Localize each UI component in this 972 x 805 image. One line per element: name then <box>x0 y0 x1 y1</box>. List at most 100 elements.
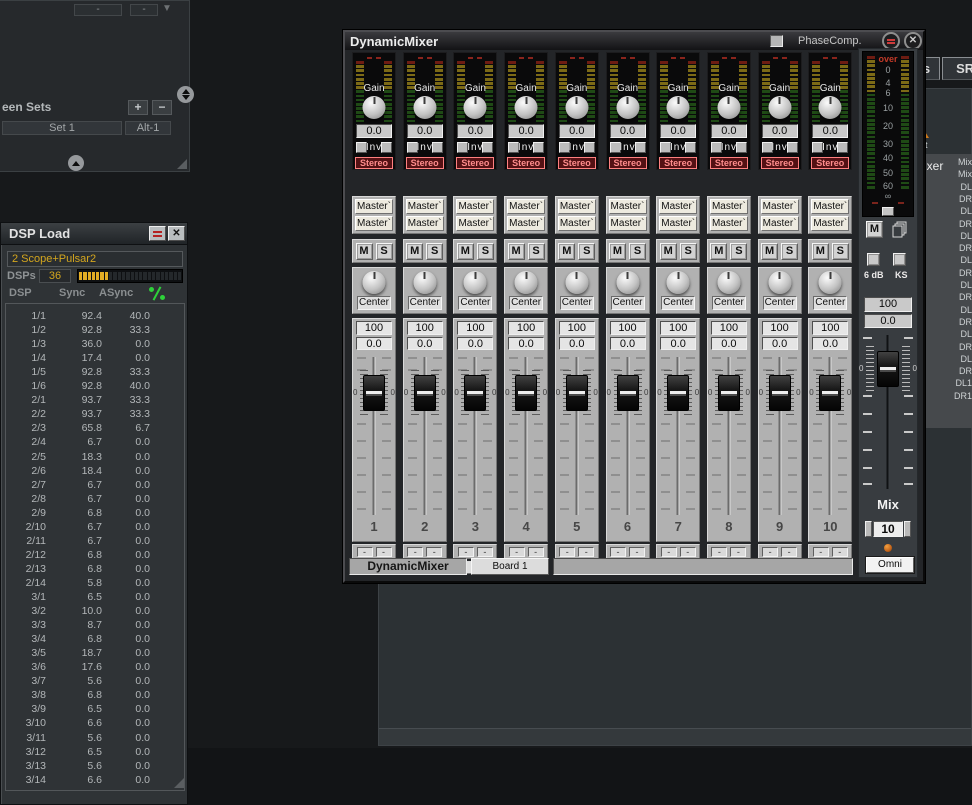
gain-value[interactable]: 0.0 <box>457 124 493 138</box>
fader-handle[interactable] <box>877 351 899 387</box>
output-select-2[interactable]: Master` <box>355 216 393 231</box>
volume-percent[interactable]: 100 <box>407 321 443 335</box>
solo-button[interactable]: S <box>578 243 595 260</box>
ks-button[interactable] <box>893 253 906 266</box>
output-select-2[interactable]: Master` <box>456 216 494 231</box>
gain-value[interactable]: 0.0 <box>762 124 798 138</box>
pan-knob[interactable] <box>363 271 386 294</box>
gain-knob[interactable] <box>667 96 690 119</box>
fader-handle[interactable] <box>667 375 689 411</box>
stereo-button[interactable]: Stereo <box>710 157 748 169</box>
volume-db[interactable]: 0.0 <box>457 337 493 350</box>
gain-knob[interactable] <box>565 96 588 119</box>
gain-value[interactable]: 0.0 <box>356 124 392 138</box>
routing-entry[interactable]: DL <box>932 254 972 266</box>
send-cell-2[interactable]: - <box>730 547 746 557</box>
send-cell-1[interactable]: - <box>407 547 423 557</box>
pan-knob[interactable] <box>717 271 740 294</box>
gain-knob[interactable] <box>515 96 538 119</box>
fader-handle[interactable] <box>718 375 740 411</box>
solo-button[interactable]: S <box>680 243 697 260</box>
mute-button[interactable]: M <box>558 243 575 260</box>
dsp-close-button[interactable]: ✕ <box>168 226 185 241</box>
set-1-button[interactable]: Set 1 <box>2 121 122 135</box>
fader-handle[interactable] <box>515 375 537 411</box>
board-num-left-button[interactable] <box>865 521 872 537</box>
output-select-2[interactable]: Master` <box>558 216 596 231</box>
send-cell-1[interactable]: - <box>357 547 373 557</box>
volume-db[interactable]: 0.0 <box>559 337 595 350</box>
output-select-2[interactable]: Master` <box>659 216 697 231</box>
routing-entry[interactable]: DL <box>932 230 972 242</box>
toolbar-field-2[interactable]: - <box>130 4 158 16</box>
routing-entry[interactable]: DR <box>932 267 972 279</box>
output-select-1[interactable]: Master` <box>659 199 697 214</box>
solo-button[interactable]: S <box>426 243 443 260</box>
master-volume-percent[interactable]: 100 <box>864 297 912 312</box>
phasecomp-checkbox[interactable] <box>770 35 783 47</box>
routing-entry[interactable]: DR <box>932 316 972 328</box>
volume-db[interactable]: 0.0 <box>610 337 646 350</box>
send-cell-1[interactable]: - <box>661 547 677 557</box>
mixer-title-bar[interactable]: DynamicMixer PhaseComp. ✕ <box>345 32 923 50</box>
send-cell-1[interactable]: - <box>711 547 727 557</box>
volume-percent[interactable]: 100 <box>610 321 646 335</box>
routing-entry[interactable]: DR <box>932 218 972 230</box>
output-select-2[interactable]: Master` <box>609 216 647 231</box>
output-select-1[interactable]: Master` <box>456 199 494 214</box>
sort-arrows-button[interactable] <box>177 86 194 103</box>
fader-handle[interactable] <box>819 375 841 411</box>
send-cell-2[interactable]: - <box>578 547 594 557</box>
gain-knob[interactable] <box>464 96 487 119</box>
gain-value[interactable]: 0.0 <box>711 124 747 138</box>
master-volume-db[interactable]: 0.0 <box>864 314 912 328</box>
pan-value[interactable]: Center <box>357 296 391 310</box>
board-num-right-button[interactable] <box>904 521 911 537</box>
output-select-1[interactable]: Master` <box>355 199 393 214</box>
send-cell-2[interactable]: - <box>629 547 645 557</box>
omni-button[interactable]: Omni <box>866 557 914 573</box>
pan-value[interactable]: Center <box>763 296 797 310</box>
send-cell-2[interactable]: - <box>376 547 392 557</box>
mute-button[interactable]: M <box>609 243 626 260</box>
stereo-button[interactable]: Stereo <box>761 157 799 169</box>
routing-entry[interactable]: DR <box>932 193 972 205</box>
remove-set-button[interactable]: − <box>152 100 172 115</box>
gain-value[interactable]: 0.0 <box>812 124 848 138</box>
send-cell-1[interactable]: - <box>813 547 829 557</box>
output-select-2[interactable]: Master` <box>710 216 748 231</box>
board-number[interactable]: 10 <box>873 521 903 537</box>
fader-handle[interactable] <box>464 375 486 411</box>
gain-knob[interactable] <box>717 96 740 119</box>
routing-entry[interactable]: DL <box>932 328 972 340</box>
routing-entry[interactable]: DL <box>932 304 972 316</box>
pan-knob[interactable] <box>667 271 690 294</box>
gain-knob[interactable] <box>819 96 842 119</box>
solo-button[interactable]: S <box>477 243 494 260</box>
send-cell-1[interactable]: - <box>610 547 626 557</box>
volume-db[interactable]: 0.0 <box>711 337 747 350</box>
output-select-2[interactable]: Master` <box>761 216 799 231</box>
send-cell-1[interactable]: - <box>762 547 778 557</box>
table-resize-grip[interactable] <box>174 778 184 788</box>
fader-handle[interactable] <box>617 375 639 411</box>
volume-percent[interactable]: 100 <box>711 321 747 335</box>
volume-db[interactable]: 0.0 <box>407 337 443 350</box>
gain-knob[interactable] <box>363 96 386 119</box>
send-cell-2[interactable]: - <box>426 547 442 557</box>
pan-knob[interactable] <box>616 271 639 294</box>
stereo-button[interactable]: Stereo <box>558 157 596 169</box>
dsp-minimize-button[interactable] <box>149 226 166 241</box>
routing-entry[interactable]: DR <box>932 365 972 377</box>
mute-button[interactable]: M <box>457 243 474 260</box>
collapse-button[interactable] <box>68 155 84 171</box>
send-cell-2[interactable]: - <box>781 547 797 557</box>
pan-value[interactable]: Center <box>408 296 442 310</box>
pan-value[interactable]: Center <box>458 296 492 310</box>
pan-value[interactable]: Center <box>560 296 594 310</box>
mute-button[interactable]: M <box>406 243 423 260</box>
pan-value[interactable]: Center <box>661 296 695 310</box>
output-select-1[interactable]: Master` <box>609 199 647 214</box>
mute-button[interactable]: M <box>710 243 727 260</box>
pan-value[interactable]: Center <box>611 296 645 310</box>
